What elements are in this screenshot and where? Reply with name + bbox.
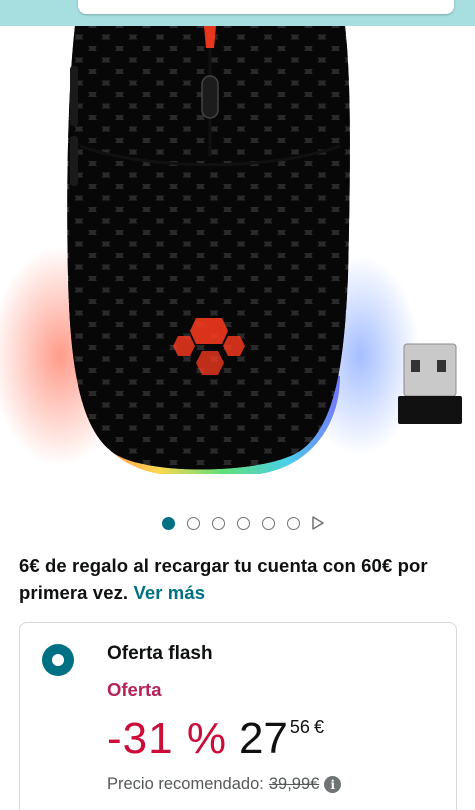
offer-radio-selected[interactable] bbox=[42, 644, 74, 676]
rrp-label: Precio recomendado: bbox=[107, 775, 264, 793]
mouse-image bbox=[0, 26, 462, 474]
price-whole: 27 bbox=[238, 714, 288, 763]
search-bar[interactable] bbox=[78, 0, 454, 14]
price-currency: € bbox=[313, 717, 324, 737]
carousel-dot-5[interactable] bbox=[261, 516, 275, 530]
image-carousel-indicator[interactable] bbox=[0, 512, 475, 534]
top-strip bbox=[0, 0, 475, 26]
carousel-dot-3[interactable] bbox=[211, 516, 225, 530]
product-image[interactable] bbox=[0, 26, 475, 488]
offer-badge-label: Oferta bbox=[107, 679, 162, 700]
carousel-dot-6[interactable] bbox=[286, 516, 300, 530]
price-cents: 56 bbox=[289, 717, 310, 737]
carousel-dot-4[interactable] bbox=[236, 516, 250, 530]
price-row: -31 % 27 56 € bbox=[107, 711, 324, 767]
info-icon[interactable]: i bbox=[324, 776, 342, 793]
carousel-dot-1[interactable] bbox=[161, 516, 175, 530]
flash-offer-card[interactable]: Oferta flash Oferta -31 % 27 56 € Precio… bbox=[19, 622, 457, 810]
recharge-promo: 6€ de regalo al recargar tu cuenta con 6… bbox=[19, 552, 459, 606]
see-more-link[interactable]: Ver más bbox=[133, 582, 205, 603]
rrp-value: 39,99€ bbox=[268, 775, 320, 793]
promo-text: 6€ de regalo al recargar tu cuenta con 6… bbox=[19, 555, 428, 603]
video-play-icon[interactable] bbox=[311, 516, 324, 530]
carousel-dot-2[interactable] bbox=[186, 516, 200, 530]
recommended-price: Precio recomendado: 39,99€ i bbox=[107, 775, 342, 794]
discount-percent: -31 % bbox=[107, 714, 227, 763]
offer-title: Oferta flash bbox=[107, 643, 213, 664]
